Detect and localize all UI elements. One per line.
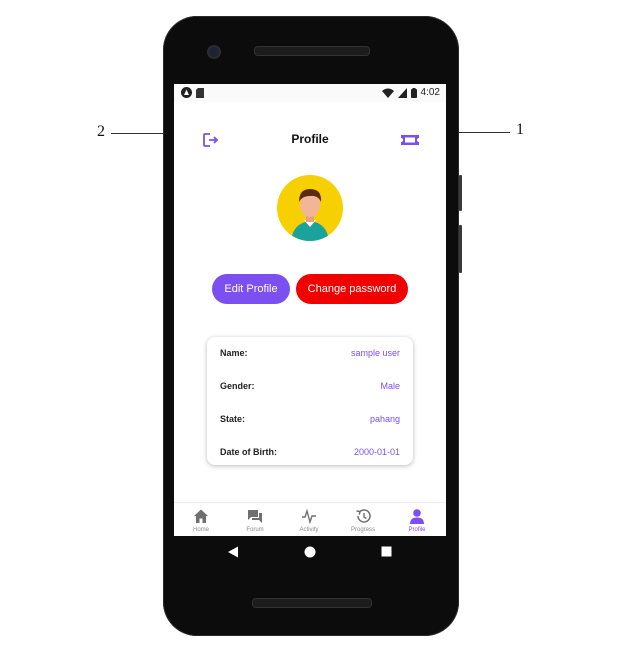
row-value: sample user [350,348,400,358]
app-screen: 4:02 Profile Edit Profile Change passwor… [174,84,446,536]
progress-icon [356,509,371,523]
forum-icon [248,510,262,523]
ticket-icon[interactable] [400,132,420,148]
profile-icon [410,509,424,524]
profile-details-card: Name: sample user Gender: Male State: pa… [207,337,413,465]
nav-label: Forum [246,527,264,533]
sim-card-icon [196,87,204,98]
edit-profile-button[interactable]: Edit Profile [212,274,290,304]
status-bar: 4:02 [174,84,446,102]
nav-label: Activity [299,527,319,533]
profile-row-state: State: pahang [220,414,400,424]
power-button [459,175,462,211]
row-label: Name: [220,348,248,358]
row-label: Gender: [220,381,255,391]
profile-row-gender: Gender: Male [220,381,400,391]
nav-activity[interactable]: Activity [282,503,336,536]
recents-icon[interactable] [381,546,392,557]
nav-label: Progress [350,527,375,533]
profile-row-dob: Date of Birth: 2000-01-01 [220,447,400,457]
system-navigation-bar [174,536,446,568]
user-avatar-icon [291,189,329,241]
row-label: State: [220,414,246,424]
nav-forum[interactable]: Forum [228,503,282,536]
callout-number-2: 2 [97,123,105,140]
battery-icon [410,87,417,98]
back-icon[interactable] [227,546,239,558]
app-header: Profile [174,124,446,156]
nav-home[interactable]: Home [174,503,228,536]
wifi-icon [381,88,394,98]
home-icon [194,509,208,523]
status-time: 4:02 [420,87,440,98]
nav-profile[interactable]: Profile [390,503,444,536]
bottom-speaker [252,598,372,608]
avatar [277,175,343,241]
row-value: pahang [369,414,400,424]
app-notification-icon [181,87,192,98]
callout-number-1: 1 [516,121,524,138]
top-speaker [254,46,370,56]
row-label: Date of Birth: [220,447,277,457]
home-button-icon[interactable] [304,546,316,558]
nav-label: Home [192,527,209,533]
change-password-button[interactable]: Change password [296,274,408,304]
front-camera [207,45,221,59]
activity-icon [302,508,316,524]
row-value: Male [380,381,400,391]
bottom-navigation: Home Forum Activity Progress Profile [174,502,446,536]
profile-row-name: Name: sample user [220,348,400,358]
nav-progress[interactable]: Progress [336,503,390,536]
row-value: 2000-01-01 [353,447,400,457]
signal-icon [397,87,407,98]
volume-button [459,225,462,273]
nav-label: Profile [408,527,426,533]
